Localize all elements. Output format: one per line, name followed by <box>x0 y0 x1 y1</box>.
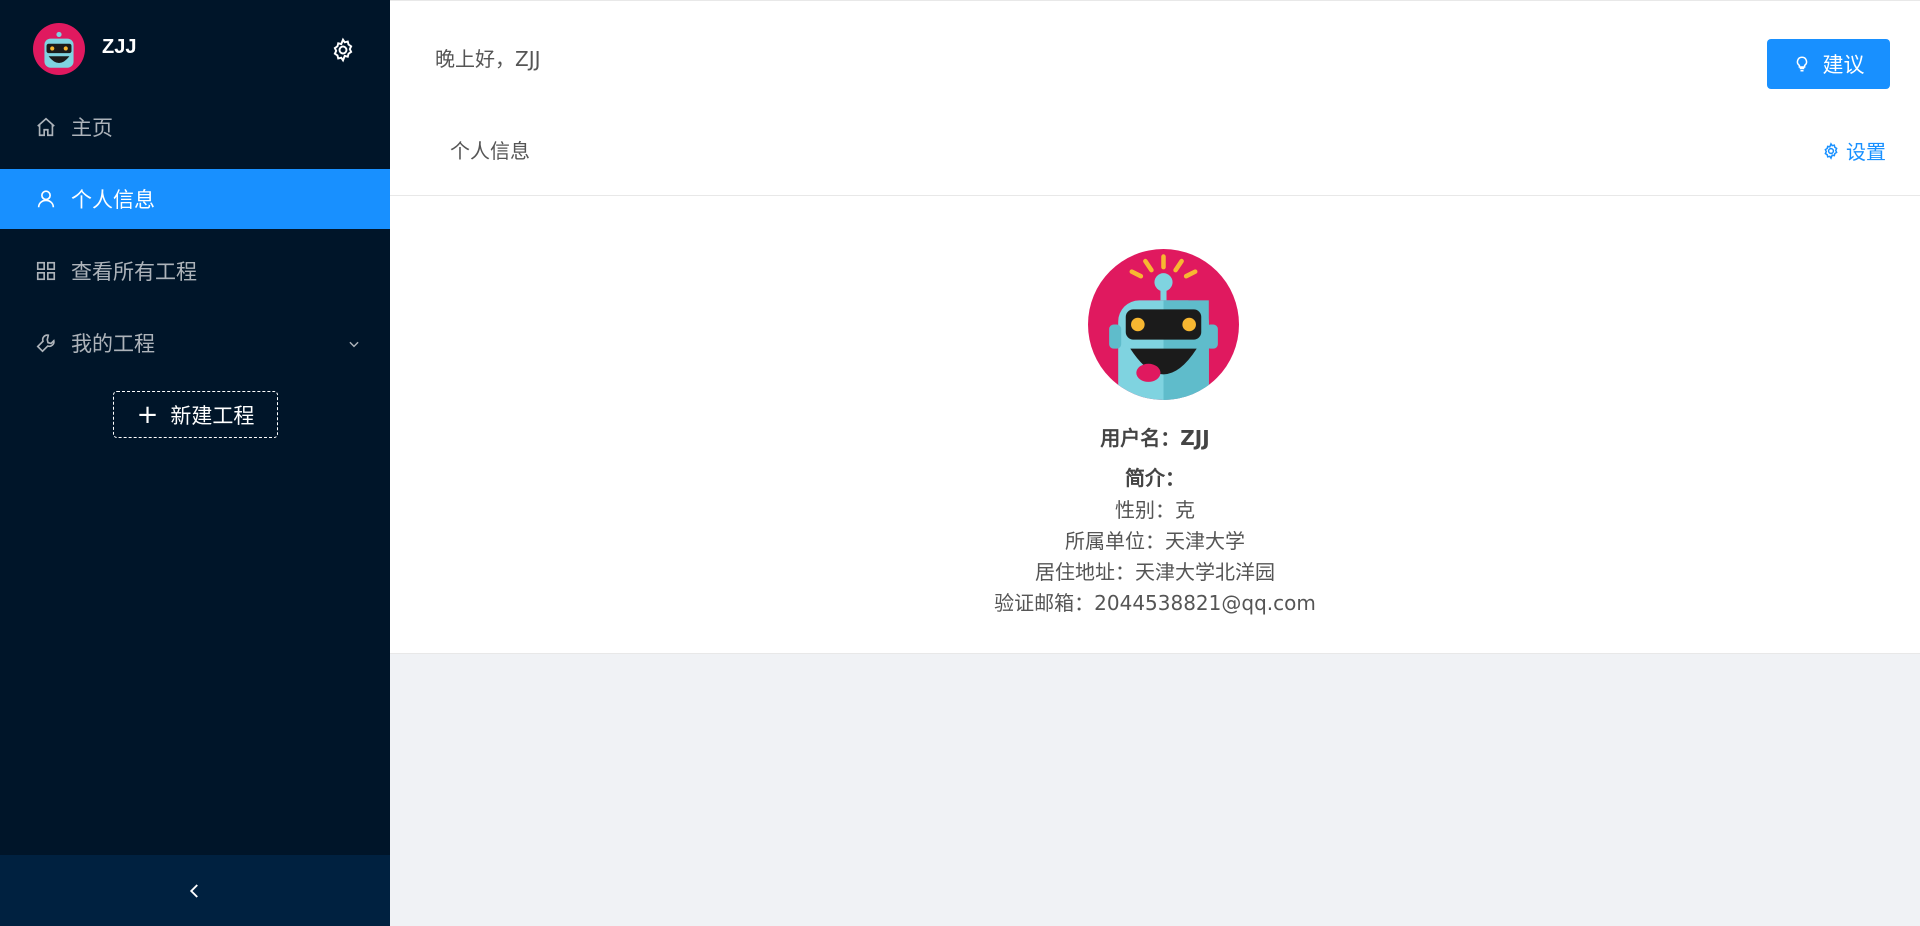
home-icon <box>37 117 55 137</box>
gear-icon[interactable] <box>330 37 356 63</box>
sidebar-item-label: 主页 <box>71 116 113 140</box>
profile-organization: 所属单位：天津大学 <box>1065 529 1245 553</box>
sidebar-item-profile[interactable]: 个人信息 <box>0 169 390 229</box>
settings-link[interactable]: 设置 <box>1822 136 1886 165</box>
bulb-icon <box>1796 56 1807 72</box>
profile-avatar <box>1088 249 1239 400</box>
profile-gender: 性别：克 <box>1115 498 1195 522</box>
profile-username: 用户名：ZJJ <box>1100 426 1210 450</box>
user-avatar[interactable] <box>33 23 85 75</box>
settings-label: 设置 <box>1846 140 1886 164</box>
page-header: 晚上好，ZJJ 建议 个人信息 设置 <box>390 0 1920 196</box>
suggestion-label: 建议 <box>1822 53 1865 77</box>
collapse-sidebar-button[interactable] <box>0 855 390 926</box>
grid-icon <box>36 261 56 281</box>
sidebar-item-my-projects[interactable]: 我的工程 <box>0 313 390 373</box>
profile-card: 用户名：ZJJ 简介： 性别：克 所属单位：天津大学 居住地址：天津大学北洋园 … <box>390 196 1920 654</box>
sidebar-item-label: 查看所有工程 <box>71 260 197 284</box>
sidebar-item-label: 我的工程 <box>71 332 155 356</box>
gear-icon <box>1824 141 1838 160</box>
chevron-down-icon <box>349 341 359 348</box>
new-project-button[interactable]: + 新建工程 <box>113 391 278 438</box>
user-icon <box>37 190 55 208</box>
sidebar-username: ZJJ <box>102 36 137 58</box>
profile-email: 验证邮箱：2044538821@qq.com <box>994 591 1316 615</box>
sidebar-item-home[interactable]: 主页 <box>0 97 390 157</box>
greeting-text: 晚上好，ZJJ <box>435 47 541 71</box>
sidebar-item-label: 个人信息 <box>71 188 155 212</box>
wrench-icon <box>36 334 55 353</box>
new-project-label: 新建工程 <box>170 403 255 428</box>
profile-intro-label: 简介： <box>1125 466 1185 490</box>
profile-address: 居住地址：天津大学北洋园 <box>1035 560 1275 584</box>
sidebar: ZJJ 主页 个人信息 查看所有工程 我的工程 + 新建工程 <box>0 0 390 926</box>
suggestion-button[interactable]: 建议 <box>1767 39 1890 89</box>
plus-icon: + <box>136 399 159 430</box>
tab-profile[interactable]: 个人信息 <box>450 135 530 164</box>
sidebar-header: ZJJ <box>0 0 390 100</box>
sidebar-item-all-projects[interactable]: 查看所有工程 <box>0 241 390 301</box>
chevron-left-icon <box>189 883 198 898</box>
